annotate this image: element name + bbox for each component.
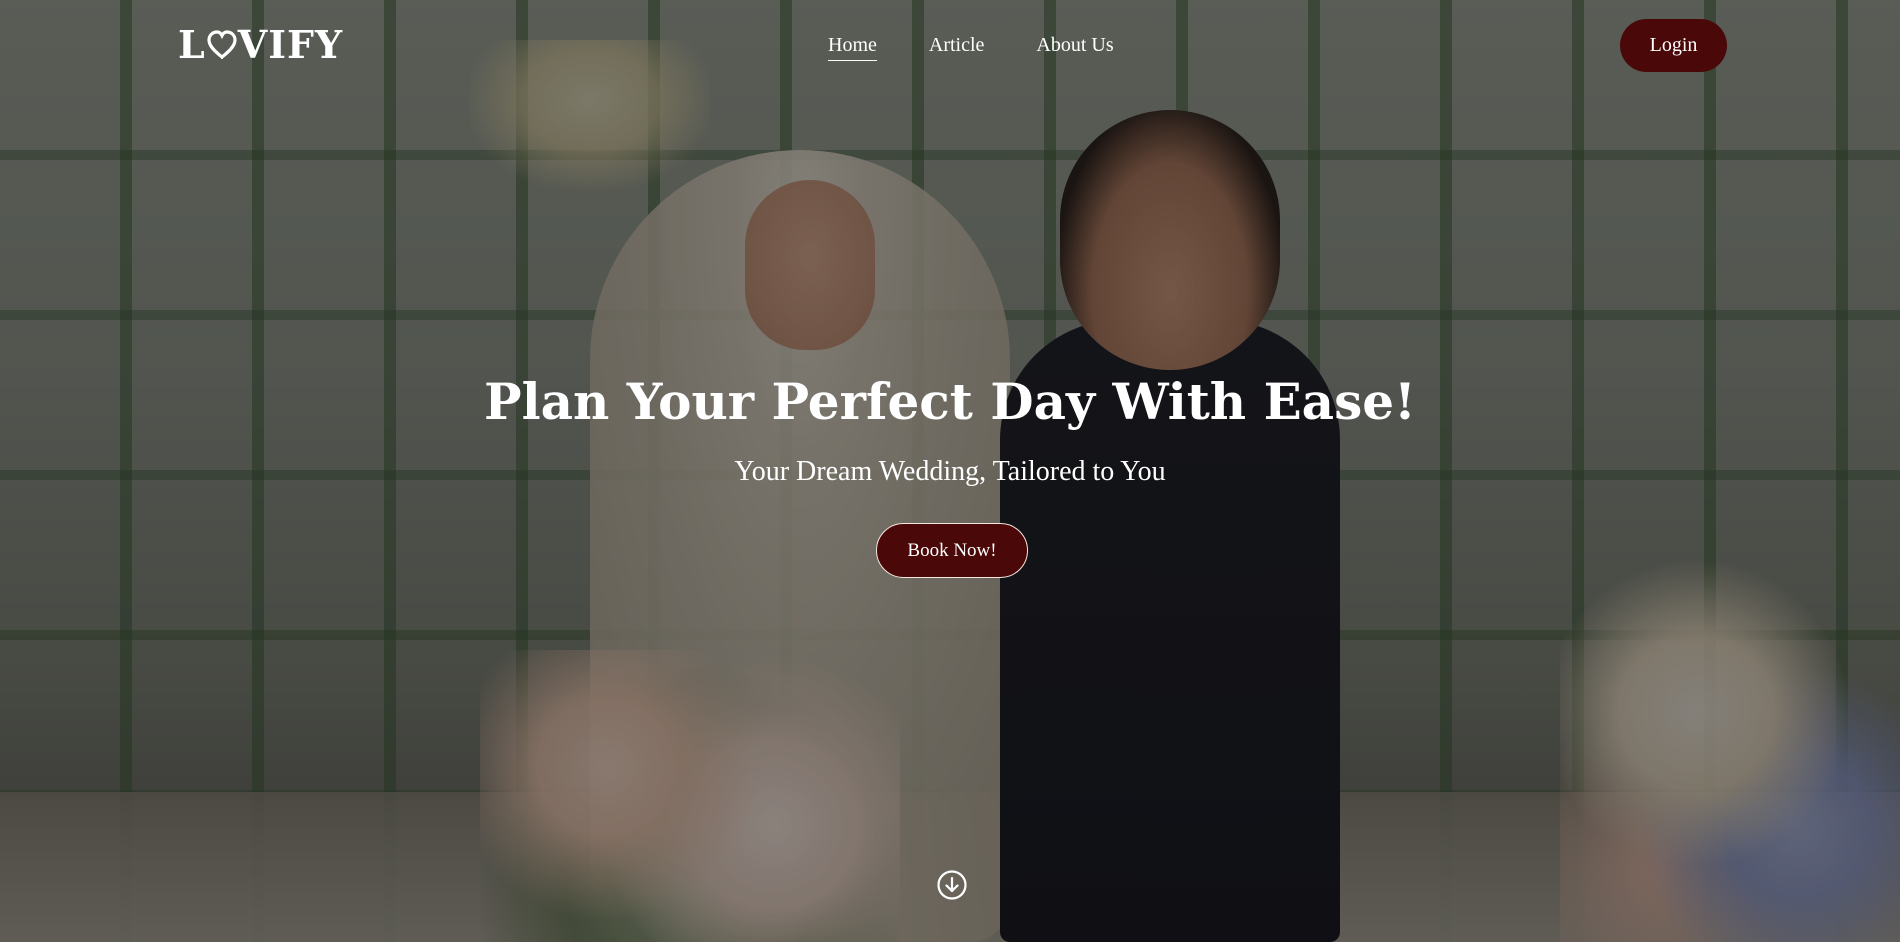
main-nav: Home Article About Us <box>828 34 1114 61</box>
login-button[interactable]: Login <box>1620 19 1727 72</box>
hero-title: Plan Your Perfect Day With Ease! <box>484 372 1416 431</box>
logo-text-end: VIFY <box>237 22 344 67</box>
heart-icon <box>207 29 237 59</box>
book-now-button[interactable]: Book Now! <box>876 523 1028 578</box>
nav-link-home[interactable]: Home <box>828 34 877 61</box>
nav-link-about-us[interactable]: About Us <box>1036 34 1113 61</box>
hero-section: L VIFY Home Article About Us Login Plan … <box>0 0 1900 942</box>
hero-subtitle: Your Dream Wedding, Tailored to You <box>734 456 1166 487</box>
nav-link-article[interactable]: Article <box>929 34 985 61</box>
brand-logo[interactable]: L VIFY <box>178 22 343 67</box>
top-navbar: L VIFY Home Article About Us Login <box>0 0 1900 92</box>
logo-text-start: L <box>178 22 206 67</box>
arrow-down-circle-icon[interactable] <box>936 869 968 901</box>
